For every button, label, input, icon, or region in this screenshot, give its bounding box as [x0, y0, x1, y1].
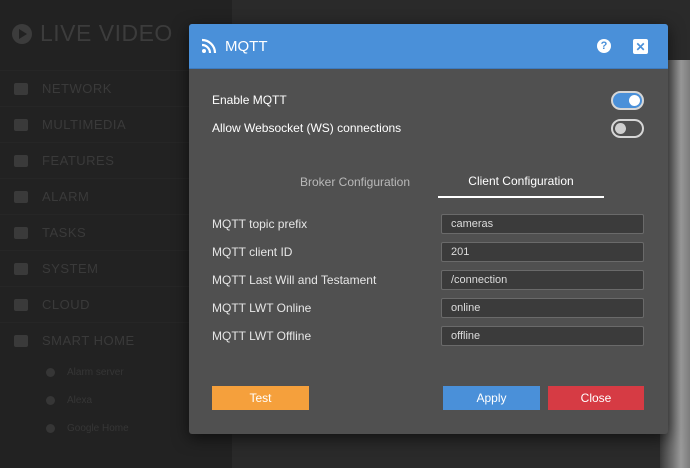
- server-icon: [46, 367, 55, 377]
- home-icon: [14, 334, 28, 347]
- client-id-input[interactable]: 201: [441, 242, 644, 262]
- enable-mqtt-row: Enable MQTT: [212, 89, 644, 111]
- close-dialog-button[interactable]: ✕: [633, 39, 648, 54]
- last-will-label: MQTT Last Will and Testament: [212, 273, 377, 287]
- client-id-row: MQTT client ID 201: [212, 242, 644, 262]
- close-icon: ✕: [635, 39, 646, 54]
- allow-websocket-label: Allow Websocket (WS) connections: [212, 121, 402, 135]
- lwt-offline-row: MQTT LWT Offline offline: [212, 326, 644, 346]
- lwt-online-input[interactable]: online: [441, 298, 644, 318]
- test-button[interactable]: Test: [212, 386, 309, 410]
- lwt-online-label: MQTT LWT Online: [212, 301, 312, 315]
- config-tabs: Broker Configuration Client Configuratio…: [272, 166, 604, 198]
- image-icon: [14, 118, 28, 131]
- features-icon: [14, 154, 28, 167]
- gear-icon: [14, 262, 28, 275]
- dialog-title: MQTT: [225, 37, 268, 55]
- app-title: LIVE VIDEO: [40, 20, 173, 46]
- allow-websocket-row: Allow Websocket (WS) connections: [212, 117, 644, 139]
- enable-mqtt-label: Enable MQTT: [212, 93, 287, 107]
- toggle-knob: [629, 94, 640, 106]
- sidebar-item-label: CLOUD: [42, 297, 91, 312]
- sidebar-item-label: NETWORK: [42, 81, 112, 96]
- allow-websocket-toggle[interactable]: [611, 118, 644, 138]
- tab-client-configuration[interactable]: Client Configuration: [438, 166, 604, 198]
- sidebar-item-label: ALARM: [42, 189, 90, 204]
- enable-mqtt-toggle[interactable]: [611, 90, 644, 110]
- bell-icon: [14, 190, 28, 203]
- sidebar-subitem-label: Google Home: [67, 422, 129, 434]
- last-will-row: MQTT Last Will and Testament /connection: [212, 270, 644, 290]
- topic-prefix-input[interactable]: cameras: [441, 214, 644, 234]
- sidebar-item-label: SMART HOME: [42, 333, 135, 348]
- alexa-icon: [46, 395, 55, 405]
- help-icon: ?: [600, 40, 608, 52]
- toggle-knob: [615, 122, 626, 134]
- topic-prefix-row: MQTT topic prefix cameras: [212, 214, 644, 234]
- play-icon: [12, 23, 32, 44]
- sidebar-item-label: TASKS: [42, 225, 87, 240]
- dialog-header: MQTT ? ✕: [189, 24, 668, 69]
- last-will-input[interactable]: /connection: [441, 270, 644, 290]
- sidebar-subitem-label: Alexa: [67, 394, 93, 406]
- lwt-offline-label: MQTT LWT Offline: [212, 329, 312, 343]
- topic-prefix-label: MQTT topic prefix: [212, 217, 308, 231]
- cloud-icon: [14, 298, 28, 311]
- rss-icon: [201, 38, 217, 54]
- sidebar-subitem-label: Alarm server: [67, 366, 124, 378]
- client-id-label: MQTT client ID: [212, 245, 293, 259]
- sidebar-item-label: MULTIMEDIA: [42, 117, 127, 132]
- close-button[interactable]: Close: [548, 386, 644, 410]
- sidebar-item-label: SYSTEM: [42, 261, 99, 276]
- network-icon: [14, 82, 28, 95]
- tab-broker-configuration[interactable]: Broker Configuration: [272, 166, 438, 198]
- apply-button[interactable]: Apply: [443, 386, 540, 410]
- lwt-online-row: MQTT LWT Online online: [212, 298, 644, 318]
- sidebar-item-label: FEATURES: [42, 153, 115, 168]
- tasks-icon: [14, 226, 28, 239]
- lwt-offline-input[interactable]: offline: [441, 326, 644, 346]
- google-icon: [46, 423, 55, 433]
- help-button[interactable]: ?: [597, 39, 611, 53]
- mqtt-dialog: MQTT ? ✕ Enable MQTT Allow Websocket (WS…: [189, 24, 668, 434]
- app-logo: LIVE VIDEO: [12, 20, 173, 47]
